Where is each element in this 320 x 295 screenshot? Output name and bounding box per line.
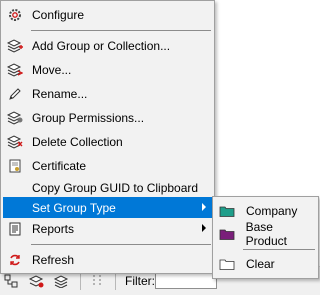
submenu-item-label: Clear [246, 257, 275, 271]
menu-item-move[interactable]: Move... [3, 59, 212, 81]
pencil-icon [7, 86, 23, 102]
menu-item-set-group-type[interactable]: Set Group Type [3, 197, 212, 218]
menu-item-add-group[interactable]: Add Group or Collection... [3, 35, 212, 57]
move-icon [7, 62, 23, 78]
submenu-item-company[interactable]: Company [215, 200, 316, 222]
layers-icon[interactable] [27, 272, 45, 290]
grid-icon[interactable] [88, 272, 106, 290]
submenu-item-label: Company [246, 204, 298, 218]
submenu-item-clear[interactable]: Clear [215, 253, 316, 275]
gear-icon [7, 7, 23, 23]
set-group-type-submenu: Company Base Product Clear [212, 196, 319, 279]
folder-icon [219, 227, 237, 241]
add-group-icon [7, 38, 23, 54]
permissions-icon [7, 110, 23, 126]
stack-icon[interactable] [52, 272, 70, 290]
menu-separator [31, 30, 211, 31]
delete-icon [7, 134, 23, 150]
menu-item-label: Rename... [32, 87, 88, 101]
menu-item-label: Reports [32, 222, 75, 236]
toolbar-separator [115, 272, 116, 290]
menu-item-label: Copy Group GUID to Clipboard [32, 181, 199, 195]
menu-item-certificate[interactable]: Certificate [3, 155, 212, 177]
submenu-separator [243, 249, 315, 250]
filter-label: Filter: [125, 274, 155, 288]
menu-item-label: Delete Collection [32, 135, 123, 149]
menu-item-label: Certificate [32, 159, 87, 173]
menu-item-label: Set Group Type [32, 200, 116, 215]
submenu-arrow-icon [202, 224, 206, 232]
folder-icon [219, 204, 237, 218]
menu-item-label: Group Permissions... [32, 111, 145, 125]
certificate-icon [7, 158, 23, 174]
menu-item-label: Configure [32, 8, 85, 22]
menu-item-label: Add Group or Collection... [32, 39, 171, 53]
submenu-item-label: Base Product [245, 220, 287, 248]
menu-item-refresh[interactable]: Refresh [3, 249, 212, 271]
folder-outline-icon [219, 257, 237, 271]
menu-item-label: Refresh [32, 253, 75, 267]
menu-item-delete-collection[interactable]: Delete Collection [3, 131, 212, 153]
submenu-item-base-product[interactable]: Base Product [215, 220, 316, 248]
menu-item-rename[interactable]: Rename... [3, 83, 212, 105]
menu-item-copy-guid[interactable]: Copy Group GUID to Clipboard [3, 177, 212, 199]
menu-separator [31, 244, 211, 245]
menu-item-configure[interactable]: Configure [3, 4, 212, 26]
context-menu: Configure Add Group or Collection... Mov… [0, 0, 215, 274]
menu-item-group-permissions[interactable]: Group Permissions... [3, 107, 212, 129]
menu-item-reports[interactable]: Reports [3, 218, 212, 240]
report-icon [7, 221, 23, 237]
submenu-arrow-icon [202, 203, 206, 211]
menu-item-label: Move... [32, 63, 72, 77]
group-tree-icon[interactable] [2, 272, 20, 290]
refresh-icon [7, 252, 23, 268]
toolbar-separator [80, 272, 81, 290]
